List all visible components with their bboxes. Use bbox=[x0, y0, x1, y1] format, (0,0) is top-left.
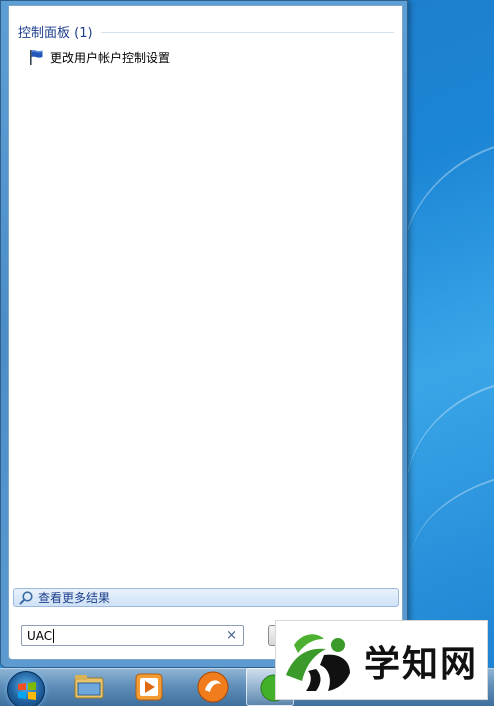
watermark-logo-icon bbox=[286, 634, 350, 691]
watermark: 学知网 bbox=[275, 620, 488, 700]
windows-logo-icon bbox=[18, 682, 36, 700]
result-item-uac-settings[interactable]: 更改用户帐户控制设置 bbox=[27, 47, 170, 67]
search-input-value: UAC bbox=[27, 628, 53, 643]
search-icon bbox=[19, 590, 33, 605]
search-input[interactable]: UAC × bbox=[21, 625, 244, 646]
result-item-label: 更改用户帐户控制设置 bbox=[50, 50, 171, 65]
watermark-text: 学知网 bbox=[364, 644, 479, 685]
group-divider bbox=[100, 31, 394, 33]
text-caret bbox=[53, 628, 55, 643]
see-more-results-button[interactable]: 查看更多结果 bbox=[13, 588, 399, 607]
start-menu: 控制面板 (1) 更改用户帐户控制设置 查看更多结果 UAC × bbox=[0, 0, 408, 668]
result-group-header[interactable]: 控制面板 (1) bbox=[18, 22, 394, 41]
file-explorer-icon[interactable] bbox=[72, 670, 106, 704]
media-player-icon[interactable] bbox=[132, 670, 166, 704]
clear-search-icon[interactable]: × bbox=[226, 628, 237, 643]
start-button[interactable] bbox=[7, 671, 45, 706]
search-results-pane: 控制面板 (1) 更改用户帐户控制设置 查看更多结果 bbox=[8, 5, 403, 660]
uac-flag-icon bbox=[30, 50, 43, 65]
see-more-label: 查看更多结果 bbox=[38, 591, 111, 605]
app-orange-icon[interactable] bbox=[196, 670, 230, 704]
group-title: 控制面板 (1) bbox=[18, 25, 93, 41]
